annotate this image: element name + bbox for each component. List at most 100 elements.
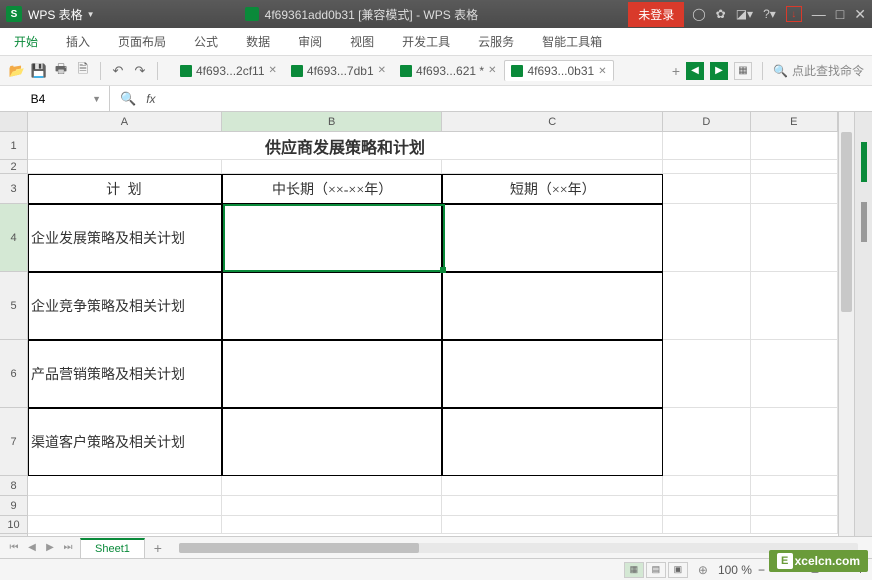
col-header[interactable]: D [663, 112, 750, 131]
cell[interactable] [663, 174, 750, 204]
command-search[interactable]: 🔍 点此查找命令 [773, 62, 864, 79]
tab-prev-button[interactable]: ◀ [686, 62, 704, 80]
cell[interactable] [28, 160, 222, 174]
close-icon[interactable]: ✕ [598, 66, 606, 77]
sheet-prev-icon[interactable]: ◀ [24, 540, 40, 556]
cell[interactable] [751, 516, 838, 534]
cell[interactable] [663, 340, 750, 408]
col-header[interactable]: E [751, 112, 838, 131]
row-header[interactable]: 1 [0, 132, 27, 160]
cell[interactable] [222, 516, 443, 534]
search-fx-icon[interactable]: 🔍 [120, 91, 136, 107]
scrollbar-thumb[interactable] [841, 132, 852, 312]
table-cell[interactable] [442, 340, 663, 408]
table-cell[interactable]: 企业发展策略及相关计划 [28, 204, 222, 272]
table-cell[interactable] [442, 204, 663, 272]
maximize-button[interactable]: □ [836, 6, 844, 23]
menu-view[interactable]: 视图 [350, 33, 374, 50]
menu-data[interactable]: 数据 [246, 33, 270, 50]
row-header[interactable]: 8 [0, 476, 27, 496]
close-button[interactable]: ✕ [854, 6, 866, 23]
table-cell[interactable] [222, 408, 443, 476]
merged-title-cell[interactable]: 供应商发展策略和计划 [28, 132, 663, 160]
table-cell[interactable]: 企业竞争策略及相关计划 [28, 272, 222, 340]
cell[interactable] [663, 496, 750, 516]
table-cell[interactable] [442, 408, 663, 476]
cell[interactable] [751, 204, 838, 272]
col-header-selected[interactable]: B [222, 112, 443, 131]
close-icon[interactable]: ✕ [488, 65, 496, 76]
horizontal-scrollbar[interactable] [179, 543, 858, 553]
undo-icon[interactable]: ↶ [109, 62, 127, 80]
skin-icon[interactable]: ◪▾ [736, 7, 753, 21]
dropdown-icon[interactable]: ▼ [92, 94, 101, 104]
menu-smarttools[interactable]: 智能工具箱 [542, 33, 602, 50]
cell[interactable] [751, 476, 838, 496]
menu-insert[interactable]: 插入 [66, 33, 90, 50]
cell[interactable] [751, 174, 838, 204]
cell[interactable] [663, 408, 750, 476]
add-sheet-button[interactable]: + [149, 539, 167, 557]
table-header-cell[interactable]: 短期（××年） [442, 174, 663, 204]
cell[interactable] [751, 132, 839, 160]
col-header[interactable]: C [442, 112, 663, 131]
menu-pagelayout[interactable]: 页面布局 [118, 33, 166, 50]
view-pagelayout-button[interactable]: ▣ [668, 562, 688, 578]
select-all-corner[interactable] [0, 112, 27, 132]
cell[interactable] [222, 476, 443, 496]
table-cell[interactable]: 产品营销策略及相关计划 [28, 340, 222, 408]
table-cell[interactable] [222, 272, 443, 340]
cell[interactable] [663, 476, 750, 496]
doc-tab[interactable]: 4f693...7db1✕ [285, 61, 392, 81]
cell[interactable] [751, 160, 838, 174]
cell[interactable] [663, 132, 751, 160]
table-cell[interactable] [442, 272, 663, 340]
row-header[interactable]: 10 [0, 516, 27, 534]
settings-icon[interactable]: ✿ [716, 7, 726, 21]
sync-icon[interactable]: ◯ [692, 7, 705, 21]
menu-devtools[interactable]: 开发工具 [402, 33, 450, 50]
zoom-out-button[interactable]: − [758, 563, 765, 577]
cell[interactable] [28, 516, 222, 534]
vertical-scrollbar[interactable] [838, 112, 854, 536]
download-icon[interactable]: ↓ [786, 6, 802, 22]
table-header-cell[interactable]: 计 划 [28, 174, 222, 204]
row-header[interactable]: 6 [0, 340, 27, 408]
doc-tab[interactable]: 4f693...621 *✕ [394, 61, 502, 81]
name-box[interactable]: ▼ [0, 86, 110, 111]
open-icon[interactable]: 📂 [8, 62, 26, 80]
table-header-cell[interactable]: 中长期（××-××年） [222, 174, 443, 204]
tab-next-button[interactable]: ▶ [710, 62, 728, 80]
zoom-level[interactable]: 100 % [718, 563, 752, 577]
doc-tab[interactable]: 4f693...2cf11✕ [174, 61, 283, 81]
save-icon[interactable]: 💾 [30, 62, 48, 80]
cell[interactable] [442, 160, 663, 174]
doc-tab-active[interactable]: 4f693...0b31✕ [504, 60, 613, 81]
close-icon[interactable]: ✕ [378, 65, 386, 76]
cell[interactable] [663, 272, 750, 340]
row-header[interactable]: 2 [0, 160, 27, 174]
view-normal-button[interactable]: ▦ [624, 562, 644, 578]
row-header[interactable]: 7 [0, 408, 27, 476]
minimize-button[interactable]: — [812, 6, 826, 23]
table-cell[interactable]: 渠道客户策略及相关计划 [28, 408, 222, 476]
menu-review[interactable]: 审阅 [298, 33, 322, 50]
preview-icon[interactable]: 🗎 [74, 62, 92, 80]
cell[interactable] [751, 408, 838, 476]
cell[interactable] [442, 516, 663, 534]
login-button[interactable]: 未登录 [628, 2, 684, 27]
side-tab-1[interactable] [861, 142, 867, 182]
print-icon[interactable]: 🖶 [52, 62, 70, 80]
cell[interactable] [663, 204, 750, 272]
close-icon[interactable]: ✕ [269, 65, 277, 76]
side-tab-2[interactable] [861, 202, 867, 242]
cell[interactable] [442, 476, 663, 496]
cell[interactable] [28, 496, 222, 516]
fx-label[interactable]: fx [146, 92, 155, 106]
cell[interactable] [222, 496, 443, 516]
table-cell[interactable] [222, 204, 443, 272]
menu-start[interactable]: 开始 [14, 33, 38, 50]
menu-cloud[interactable]: 云服务 [478, 33, 514, 50]
sheet-first-icon[interactable]: ⏮ [6, 540, 22, 556]
add-tab-button[interactable]: + [672, 63, 680, 79]
